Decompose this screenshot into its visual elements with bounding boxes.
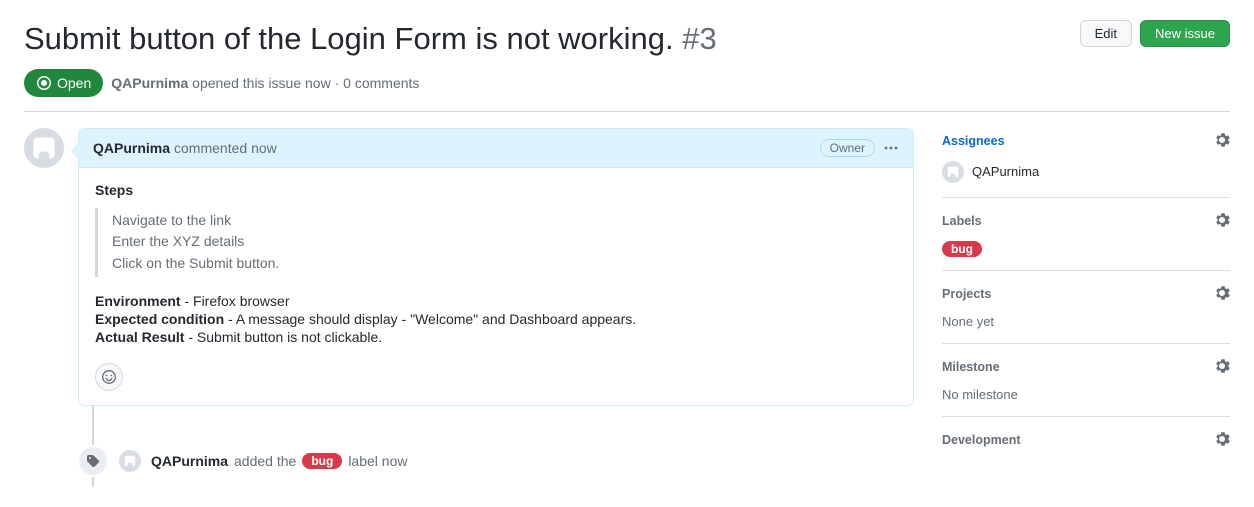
thread-column: QAPurnima commented now Owner Steps Navi… <box>78 128 914 487</box>
owner-badge: Owner <box>820 139 875 157</box>
projects-gear[interactable] <box>1214 285 1230 304</box>
assignees-title[interactable]: Assignees <box>942 134 1005 148</box>
milestone-title[interactable]: Milestone <box>942 360 1000 374</box>
state-badge: Open <box>24 69 103 97</box>
opened-time: now <box>305 75 331 91</box>
steps-block: Navigate to the link Enter the XYZ detai… <box>95 208 897 277</box>
gear-icon <box>1214 212 1230 228</box>
projects-value: None yet <box>942 314 1230 329</box>
comment-time: now <box>251 140 277 156</box>
development-title[interactable]: Development <box>942 433 1021 447</box>
comment-caret <box>71 143 79 159</box>
environment-label: Environment <box>95 293 181 309</box>
labels-gear[interactable] <box>1214 212 1230 231</box>
issue-meta: Open QAPurnima opened this issue now · 0… <box>24 69 1230 97</box>
step-line: Click on the Submit button. <box>112 253 897 275</box>
timeline-suffix: label now <box>348 453 407 469</box>
projects-title[interactable]: Projects <box>942 287 991 301</box>
gear-icon <box>1214 285 1230 301</box>
milestone-gear[interactable] <box>1214 358 1230 377</box>
timeline-badge <box>77 445 109 477</box>
comment-verb: commented <box>174 140 247 156</box>
issue-author-link[interactable]: QAPurnima <box>111 75 188 91</box>
label-bug[interactable]: bug <box>942 241 982 257</box>
labels-body: bug <box>942 241 1230 256</box>
author-avatar[interactable] <box>24 128 64 168</box>
header-actions: Edit New issue <box>1080 20 1230 47</box>
sidebar-development: Development <box>942 417 1230 474</box>
expected-label: Expected condition <box>95 311 224 327</box>
kebab-icon <box>883 140 899 156</box>
issue-title: Submit button of the Login Form is not w… <box>24 20 1064 59</box>
comment-author-link[interactable]: QAPurnima <box>93 140 170 156</box>
smiley-icon <box>101 369 117 385</box>
avatar-placeholder-icon <box>123 454 137 468</box>
expected-line: Expected condition - A message should di… <box>95 311 897 327</box>
reaction-row <box>79 359 913 405</box>
step-line: Navigate to the link <box>112 210 897 232</box>
sidebar-projects: Projects None yet <box>942 271 1230 344</box>
environment-line: Environment - Firefox browser <box>95 293 897 309</box>
timeline-text: QAPurnima added the bug label now <box>151 453 407 469</box>
issue-number: #3 <box>682 21 716 56</box>
development-gear[interactable] <box>1214 431 1230 450</box>
state-text: Open <box>57 75 91 91</box>
gear-icon <box>1214 132 1230 148</box>
assignee-avatar <box>942 161 964 183</box>
edit-button[interactable]: Edit <box>1080 20 1132 47</box>
timeline-actor-link[interactable]: QAPurnima <box>151 453 228 469</box>
issue-title-text: Submit button of the Login Form is not w… <box>24 21 674 56</box>
comment-actions-kebab[interactable] <box>883 140 899 156</box>
assignee-name: QAPurnima <box>972 164 1039 179</box>
timeline-label-pill[interactable]: bug <box>302 453 342 469</box>
opened-verb: opened this issue <box>192 75 301 91</box>
environment-value: - Firefox browser <box>181 293 290 309</box>
opened-by: QAPurnima opened this issue now · 0 comm… <box>111 75 419 91</box>
sidebar-milestone: Milestone No milestone <box>942 344 1230 417</box>
new-issue-button[interactable]: New issue <box>1140 20 1230 47</box>
sidebar-assignees: Assignees QAPurnima <box>942 128 1230 198</box>
timeline-added-text: added the <box>234 453 296 469</box>
expected-value: - A message should display - "Welcome" a… <box>224 311 636 327</box>
avatar-column <box>24 128 64 487</box>
actual-label: Actual Result <box>95 329 184 345</box>
timeline: QAPurnima added the bug label now <box>92 405 914 487</box>
timeline-item-label-added: QAPurnima added the bug label now <box>77 445 914 477</box>
labels-title[interactable]: Labels <box>942 214 982 228</box>
sidebar-labels: Labels bug <box>942 198 1230 271</box>
issue-header: Submit button of the Login Form is not w… <box>24 20 1230 59</box>
actual-value: - Submit button is not clickable. <box>184 329 382 345</box>
issue-layout: QAPurnima commented now Owner Steps Navi… <box>24 128 1230 487</box>
milestone-value: No milestone <box>942 387 1230 402</box>
add-reaction-button[interactable] <box>95 363 123 391</box>
assignees-gear[interactable] <box>1214 132 1230 151</box>
steps-heading: Steps <box>95 182 897 198</box>
tag-icon <box>85 453 101 469</box>
avatar-placeholder-icon <box>30 134 58 162</box>
main-column: QAPurnima commented now Owner Steps Navi… <box>24 128 914 487</box>
assignee-row[interactable]: QAPurnima <box>942 161 1230 183</box>
comment-header: QAPurnima commented now Owner <box>79 129 913 168</box>
gear-icon <box>1214 431 1230 447</box>
sidebar: Assignees QAPurnima Labels bug <box>942 128 1230 487</box>
comments-count: 0 comments <box>343 75 419 91</box>
gear-icon <box>1214 358 1230 374</box>
issue-open-icon <box>36 75 52 91</box>
comment-box: QAPurnima commented now Owner Steps Navi… <box>78 128 914 406</box>
header-divider <box>24 111 1230 112</box>
avatar-placeholder-icon <box>946 165 960 179</box>
step-line: Enter the XYZ details <box>112 231 897 253</box>
timeline-avatar[interactable] <box>119 450 141 472</box>
comment-body: Steps Navigate to the link Enter the XYZ… <box>79 168 913 359</box>
actual-line: Actual Result - Submit button is not cli… <box>95 329 897 345</box>
